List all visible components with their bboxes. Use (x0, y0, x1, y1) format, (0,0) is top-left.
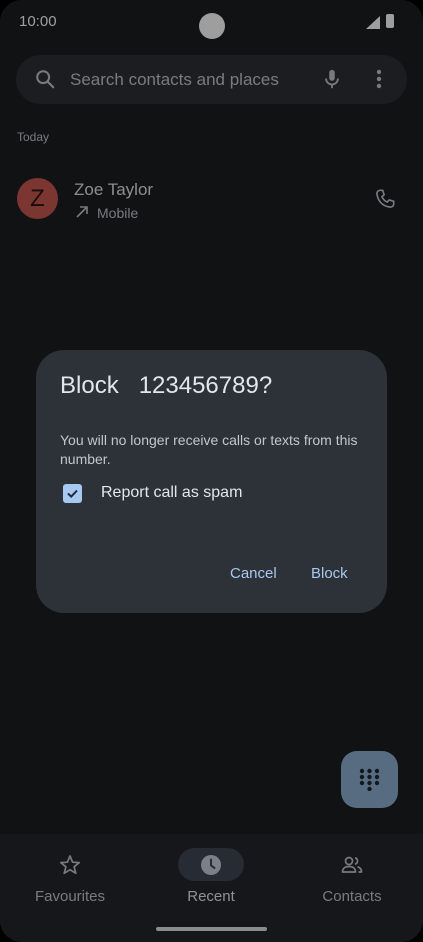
report-spam-checkbox[interactable] (63, 484, 82, 503)
block-button[interactable]: Block (311, 565, 348, 582)
checkmark-icon (67, 489, 78, 499)
block-number-dialog: Block 123456789? You will no longer rece… (36, 350, 387, 613)
dialog-title: Block 123456789? (60, 372, 273, 399)
dialog-message: You will no longer receive calls or text… (60, 432, 358, 467)
phone-screen: 10:00 Search contacts and places Today Z… (0, 0, 423, 942)
report-spam-label[interactable]: Report call as spam (101, 484, 242, 502)
cancel-button[interactable]: Cancel (230, 565, 277, 582)
